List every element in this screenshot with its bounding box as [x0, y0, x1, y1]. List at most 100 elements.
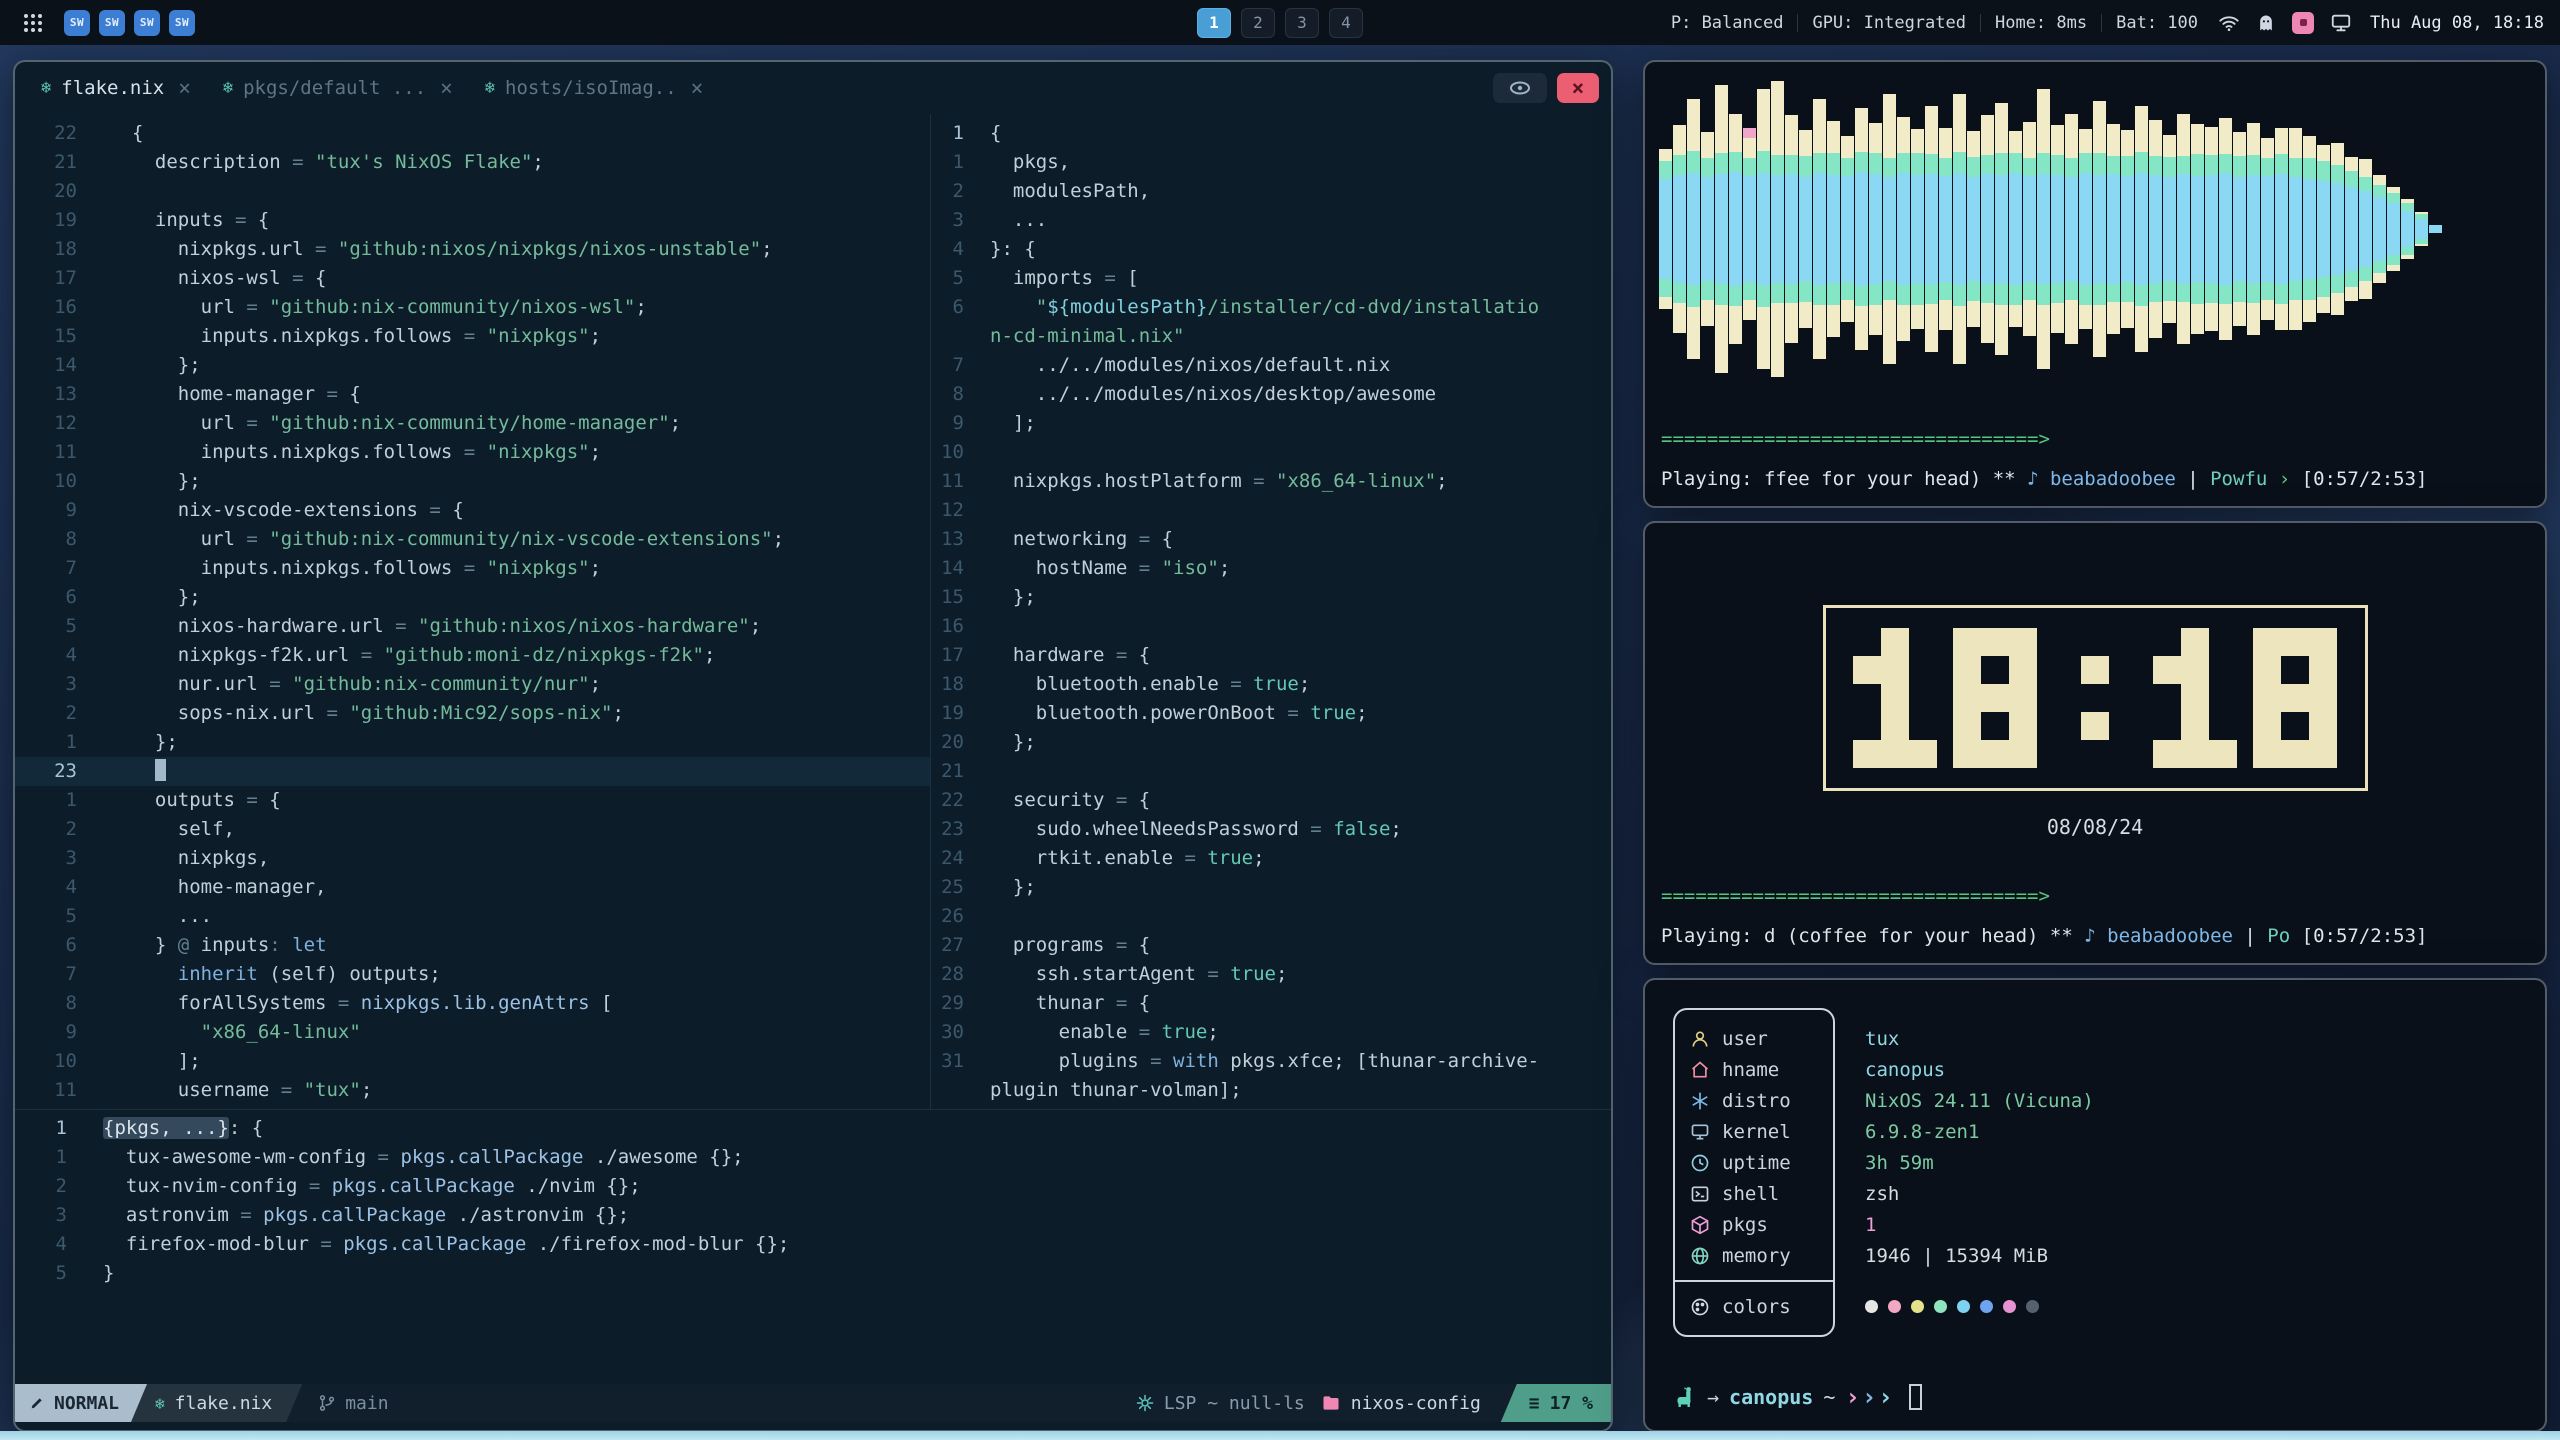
now-playing-text: Playing: d (coffee for your head) ** ♪ b…: [1661, 925, 2427, 947]
display-icon[interactable]: [2330, 12, 2352, 34]
color-swatch-icon[interactable]: [2292, 12, 2314, 34]
fetch-value: canopus: [1865, 1059, 1945, 1081]
line-number: 12: [931, 496, 964, 525]
viz-column: [2177, 74, 2191, 384]
viz-column: [2247, 74, 2261, 384]
viz-column: [1729, 74, 1743, 384]
tab-flake-nix[interactable]: ❄flake.nix×: [25, 62, 207, 114]
workspace-switcher: 1234: [1197, 0, 1363, 45]
clock-digit: [1853, 628, 1937, 768]
code-line: 6 } @ inputs: let: [15, 931, 930, 960]
line-number: 23: [931, 815, 964, 844]
viz-column: [1925, 74, 1939, 384]
flake-icon: ❄: [485, 78, 495, 98]
line-number: 10: [29, 467, 77, 496]
file-chip[interactable]: ❄ flake.nix: [129, 1384, 302, 1422]
code-line: 1 pkgs,: [931, 148, 1611, 177]
line-number: 11: [29, 438, 77, 467]
pane-flake-nix[interactable]: 22{21 description = "tux's NixOS Flake";…: [15, 114, 930, 1109]
code-line: 30 enable = true;: [931, 1018, 1611, 1047]
code-line: 25 };: [931, 873, 1611, 902]
clock[interactable]: Thu Aug 08, 18:18: [2370, 13, 2544, 33]
line-number: 14: [29, 351, 77, 380]
code-line: 14 };: [15, 351, 930, 380]
project-indicator[interactable]: nixos-config: [1321, 1393, 1481, 1414]
clock-digit: [2253, 628, 2337, 768]
pane-pkgs-default-nix[interactable]: 1{pkgs, ...}: {1 tux-awesome-wm-config =…: [15, 1109, 1611, 1384]
line-number: 24: [931, 844, 964, 873]
divider: [1797, 14, 1798, 32]
color-dots: [1865, 1300, 2039, 1313]
code-line: 22 security = {: [931, 786, 1611, 815]
code-line: 11 inputs.nixpkgs.follows = "nixpkgs";: [15, 438, 930, 467]
tab-pkgs-default-[interactable]: ❄pkgs/default ...×: [207, 62, 469, 114]
tray-icon[interactable]: SW: [64, 10, 90, 36]
viz-column: [1897, 74, 1911, 384]
viz-column: [2303, 74, 2317, 384]
divider: [1980, 14, 1981, 32]
code-line: 2 sops-nix.url = "github:Mic92/sops-nix"…: [15, 699, 930, 728]
code-line: 28 ssh.startAgent = true;: [931, 960, 1611, 989]
line-number: 15: [931, 583, 964, 612]
line-number: 19: [931, 699, 964, 728]
pencil-icon: [29, 1395, 45, 1411]
viz-column: [1743, 74, 1757, 384]
mode-label: NORMAL: [54, 1393, 119, 1414]
code-line: 17 hardware = {: [931, 641, 1611, 670]
viz-column: [1659, 74, 1673, 384]
code-line: 10: [931, 438, 1611, 467]
code-line: plugin thunar-volman];: [931, 1076, 1611, 1105]
code-line: 19 inputs = {: [15, 206, 930, 235]
fetch-row: hnamecanopus: [1673, 1054, 2521, 1085]
viz-column: [1855, 74, 1869, 384]
app-menu-button[interactable]: [16, 6, 50, 40]
viz-column: [1939, 74, 1953, 384]
line-number: 2: [27, 1172, 67, 1201]
status-item: GPU: Integrated: [1812, 13, 1966, 33]
branch-label: main: [345, 1393, 388, 1414]
window-close-button[interactable]: ×: [1557, 73, 1599, 103]
tab-hosts-isoimag-[interactable]: ❄hosts/isoImag..×: [469, 62, 720, 114]
viz-column: [1771, 74, 1785, 384]
line-number: 4: [27, 1230, 67, 1259]
fetch-row: kernel6.9.8-zen1: [1673, 1116, 2521, 1147]
terminal-cursor[interactable]: [1909, 1384, 1922, 1410]
line-number: 27: [931, 931, 964, 960]
git-branch[interactable]: main: [318, 1384, 388, 1422]
pin-button[interactable]: [1493, 73, 1547, 103]
snowflake-icon: [1690, 1091, 1710, 1111]
tab-close-icon[interactable]: ×: [178, 76, 191, 100]
pane-isoimage-nix[interactable]: 1{1 pkgs,2 modulesPath,3 ...4}: {5 impor…: [930, 114, 1611, 1109]
color-dot: [1888, 1300, 1901, 1313]
workspace-button-1[interactable]: 1: [1197, 8, 1231, 38]
progress-label: 17 %: [1550, 1393, 1593, 1414]
viz-column: [1715, 74, 1729, 384]
code-line: 13 networking = {: [931, 525, 1611, 554]
tray-icon[interactable]: SW: [99, 10, 125, 36]
viz-column: [2163, 74, 2177, 384]
wifi-icon[interactable]: [2218, 12, 2240, 34]
fetch-value: 1: [1865, 1214, 1876, 1236]
code-line: 13 home-manager = {: [15, 380, 930, 409]
line-number: 20: [931, 728, 964, 757]
code-line: 5}: [15, 1259, 1611, 1288]
palette-icon: [1690, 1297, 1710, 1317]
workspace-button-3[interactable]: 3: [1285, 8, 1319, 38]
separator-line: =================================>: [1661, 428, 2050, 450]
line-number: 5: [931, 264, 964, 293]
code-line: 3 nur.url = "github:nix-community/nur";: [15, 670, 930, 699]
tray-icon[interactable]: SW: [169, 10, 195, 36]
workspace-button-4[interactable]: 4: [1329, 8, 1363, 38]
workspace-button-2[interactable]: 2: [1241, 8, 1275, 38]
tab-close-icon[interactable]: ×: [440, 76, 453, 100]
ghost-icon[interactable]: [2256, 13, 2276, 33]
fetch-value: 3h 59m: [1865, 1152, 1934, 1174]
line-number: 4: [29, 641, 77, 670]
viz-column: [1841, 74, 1855, 384]
tab-close-icon[interactable]: ×: [691, 76, 704, 100]
tab-label: pkgs/default ...: [243, 77, 426, 99]
globe-icon: [1690, 1246, 1710, 1266]
viz-column: [1869, 74, 1883, 384]
shell-prompt[interactable]: → canopus ~ ›››: [1673, 1384, 1922, 1410]
tray-icon[interactable]: SW: [134, 10, 160, 36]
